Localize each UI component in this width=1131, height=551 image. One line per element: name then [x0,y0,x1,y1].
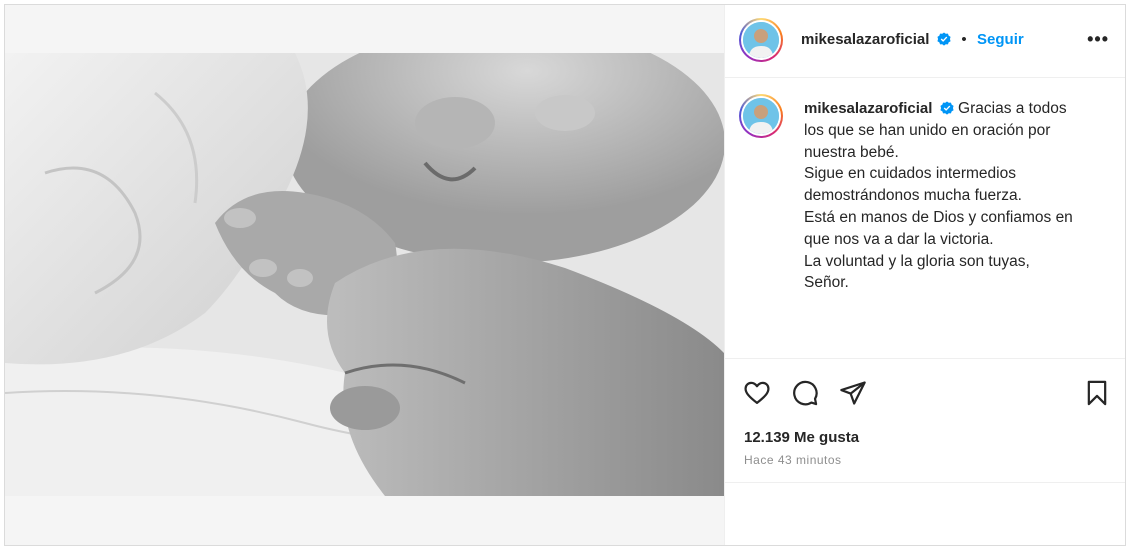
avatar-image [743,98,779,134]
verified-badge-icon [937,32,951,46]
post-photo[interactable] [5,53,724,496]
post-header: mikesalazaroficial • Seguir ••• [725,5,1125,78]
caption-username[interactable]: mikesalazaroficial [804,100,932,117]
caption-line: que nos va a dar la victoria. [804,230,994,248]
bookmark-icon [1087,380,1107,406]
comment-button[interactable] [791,379,819,412]
save-button[interactable] [1083,379,1111,412]
author-avatar[interactable] [739,18,783,62]
caption-line: Sigue en cuidados intermedios [804,165,1016,183]
instagram-post: mikesalazaroficial • Seguir ••• mikesala… [4,4,1126,546]
caption-line: Señor. [804,274,849,292]
caption-text: mikesalazaroficial Gracias a todos los q… [804,98,1114,294]
verified-badge-icon [940,101,954,115]
share-icon [840,381,866,405]
caption-avatar[interactable] [739,94,783,138]
avatar-image [743,22,779,58]
caption-line: los que se han unido en oración por [804,121,1051,139]
more-options-button[interactable]: ••• [1087,29,1109,50]
caption-line: La voluntad y la gloria son tuyas, [804,252,1030,270]
follow-button[interactable]: Seguir [977,31,1024,48]
caption-line: demostrándonos mucha fuerza. [804,187,1022,205]
caption-line: Gracias a todos [958,100,1067,117]
likes-count[interactable]: 12.139 Me gusta [744,429,859,446]
baby-hand-photo [5,53,724,496]
caption-line: nuestra bebé. [804,143,899,161]
action-bar: 12.139 Me gusta Hace 43 minutos [725,358,1125,485]
heart-icon [744,381,770,405]
comment-icon [793,380,818,406]
post-sidebar: mikesalazaroficial • Seguir ••• mikesala… [725,5,1125,545]
post-timestamp[interactable]: Hace 43 minutos [744,453,842,467]
caption-line: Está en manos de Dios y confiamos en [804,208,1073,226]
post-media [5,5,725,545]
like-button[interactable] [743,379,771,412]
separator-dot: • [961,31,967,48]
author-username[interactable]: mikesalazaroficial [801,31,929,48]
comment-area [725,482,1125,545]
caption-section: mikesalazaroficial Gracias a todos los q… [725,78,1125,358]
share-button[interactable] [839,379,867,412]
